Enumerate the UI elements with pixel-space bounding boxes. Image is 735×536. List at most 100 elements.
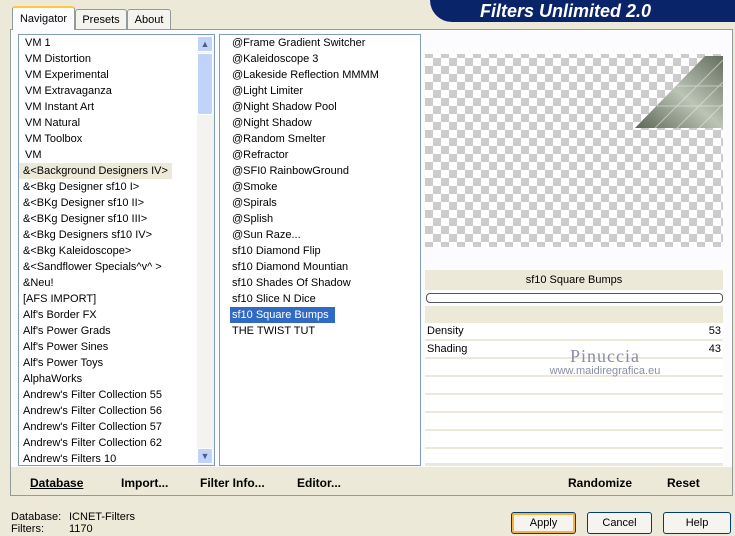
category-item[interactable]: VM Experimental	[19, 67, 113, 83]
scroll-down-button[interactable]: ▼	[197, 448, 213, 464]
filter-item[interactable]: @Lakeside Reflection MMMM	[230, 67, 385, 83]
category-item[interactable]: Andrew's Filters 10	[19, 451, 120, 465]
help-button-label: Help	[685, 517, 709, 529]
editor-button-label: Editor...	[297, 476, 342, 490]
filter-info-button-label: Filter Info...	[200, 476, 265, 490]
selected-filter-name: sf10 Square Bumps	[525, 274, 623, 286]
watermark-name: Pinuccia	[570, 346, 640, 366]
filter-item[interactable]: sf10 Shades Of Shadow	[230, 275, 357, 291]
filter-item[interactable]: @Kaleidoscope 3	[230, 51, 324, 67]
filter-item[interactable]: sf10 Square Bumps	[230, 307, 335, 323]
category-item[interactable]: VM Toolbox	[19, 131, 86, 147]
filter-item[interactable]: @Spirals	[230, 195, 283, 211]
category-item[interactable]: VM Natural	[19, 115, 84, 131]
app-title: Filters Unlimited 2.0	[480, 1, 652, 21]
filter-item[interactable]: @SFI0 RainbowGround	[230, 163, 355, 179]
param-row-empty	[425, 431, 723, 447]
param-shading-label: Shading	[427, 343, 468, 355]
scroll-up-button[interactable]: ▲	[197, 36, 213, 52]
category-scrollbar[interactable]: ▲ ▼	[197, 35, 214, 465]
apply-button[interactable]: Apply	[511, 512, 576, 534]
preview-panel	[425, 34, 723, 264]
category-item[interactable]: AlphaWorks	[19, 371, 86, 387]
filter-item[interactable]: @Night Shadow	[230, 115, 318, 131]
category-item[interactable]: VM	[19, 147, 46, 163]
category-item[interactable]: &<Background Designers IV>	[19, 163, 172, 179]
randomize-button-label: Randomize	[568, 476, 633, 490]
cancel-button-label: Cancel	[602, 517, 637, 529]
category-item[interactable]: &<Bkg Kaleidoscope>	[19, 243, 135, 259]
filter-info-button[interactable]: Filter Info...	[200, 474, 265, 492]
preview-image	[425, 54, 723, 247]
filter-list[interactable]: @Frame Gradient Switcher @Kaleidoscope 3 @…	[219, 34, 421, 466]
filter-item[interactable]: @Splish	[230, 211, 279, 227]
filter-item[interactable]: @Sun Raze...	[230, 227, 307, 243]
database-button-label: Database	[30, 476, 84, 490]
status-filters: Filters: 1170	[11, 523, 93, 536]
param-row-empty	[425, 449, 723, 463]
tab-presets[interactable]: Presets	[75, 9, 127, 29]
cancel-button[interactable]: Cancel	[587, 512, 652, 534]
category-item[interactable]: Andrew's Filter Collection 57	[19, 419, 166, 435]
filter-name-bar: sf10 Square Bumps	[425, 270, 723, 290]
param-row-empty	[425, 395, 723, 411]
apply-button-label: Apply	[529, 517, 558, 529]
param-row-empty	[425, 377, 723, 393]
filter-item[interactable]: @Refractor	[230, 147, 294, 163]
category-item[interactable]: [AFS IMPORT]	[19, 291, 100, 307]
filter-item[interactable]: @Night Shadow Pool	[230, 99, 343, 115]
category-item[interactable]: VM 1	[19, 35, 55, 51]
category-item[interactable]: &Neu!	[19, 275, 58, 291]
filter-item[interactable]: @Random Smelter	[230, 131, 332, 147]
category-item[interactable]: &<BKg Designer sf10 III>	[19, 211, 151, 227]
import-button[interactable]: Import...	[121, 474, 168, 492]
tab-navigator-label: Navigator	[19, 13, 68, 25]
category-item[interactable]: VM Extravaganza	[19, 83, 116, 99]
param-shading-value: 43	[708, 343, 721, 355]
randomize-button[interactable]: Randomize	[568, 474, 632, 492]
tab-about-label: About	[134, 14, 164, 26]
status-filters-label: Filters:	[11, 523, 44, 535]
help-button[interactable]: Help	[663, 512, 731, 534]
category-item[interactable]: Andrew's Filter Collection 62	[19, 435, 166, 451]
filter-item[interactable]: THE TWIST TUT	[230, 323, 321, 339]
tab-navigator[interactable]: Navigator	[12, 6, 75, 30]
import-button-label: Import...	[121, 476, 169, 490]
category-item[interactable]: &<Bkg Designers sf10 IV>	[19, 227, 156, 243]
filter-item[interactable]: sf10 Diamond Mountian	[230, 259, 354, 275]
param-density-label: Density	[427, 325, 464, 337]
title-banner: Filters Unlimited 2.0	[430, 0, 735, 22]
filter-item[interactable]: sf10 Diamond Flip	[230, 243, 327, 259]
category-item[interactable]: &<BKg Designer sf10 II>	[19, 195, 148, 211]
tab-presets-label: Presets	[82, 14, 120, 26]
category-item[interactable]: Alf's Border FX	[19, 307, 101, 323]
tab-about[interactable]: About	[127, 9, 171, 29]
param-density-value: 53	[708, 325, 721, 337]
category-item[interactable]: Alf's Power Grads	[19, 323, 115, 339]
filter-item[interactable]: @Smoke	[230, 179, 283, 195]
scroll-thumb[interactable]	[197, 53, 213, 115]
watermark: Pinuccia www.maidiregrafica.eu	[510, 346, 700, 377]
category-item[interactable]: VM Distortion	[19, 51, 95, 67]
filter-item[interactable]: @Light Limiter	[230, 83, 309, 99]
reset-button[interactable]: Reset	[667, 474, 700, 492]
category-item[interactable]: &<Bkg Designer sf10 I>	[19, 179, 143, 195]
database-button[interactable]: Database	[30, 474, 83, 492]
status-filters-value: 1170	[69, 523, 93, 535]
filter-item[interactable]: sf10 Slice N Dice	[230, 291, 322, 307]
watermark-url: www.maidiregrafica.eu	[549, 365, 661, 377]
category-item[interactable]: Alf's Power Toys	[19, 355, 107, 371]
reset-button-label: Reset	[667, 476, 700, 490]
progress-bar	[426, 293, 723, 303]
param-row-empty	[425, 413, 723, 429]
category-item[interactable]: &<Sandflower Specials^v^ >	[19, 259, 166, 275]
editor-button[interactable]: Editor...	[297, 474, 341, 492]
category-item[interactable]: Andrew's Filter Collection 55	[19, 387, 166, 403]
category-item[interactable]: VM Instant Art	[19, 99, 98, 115]
filter-item[interactable]: @Frame Gradient Switcher	[230, 35, 371, 51]
category-item[interactable]: Alf's Power Sines	[19, 339, 112, 355]
category-item[interactable]: Andrew's Filter Collection 56	[19, 403, 166, 419]
category-list[interactable]: VM 1 VM Distortion VM Experimental VM Extra…	[18, 34, 215, 466]
param-row-density[interactable]: Density 53	[425, 323, 723, 339]
status-database-value: ICNET-Filters	[69, 511, 135, 523]
